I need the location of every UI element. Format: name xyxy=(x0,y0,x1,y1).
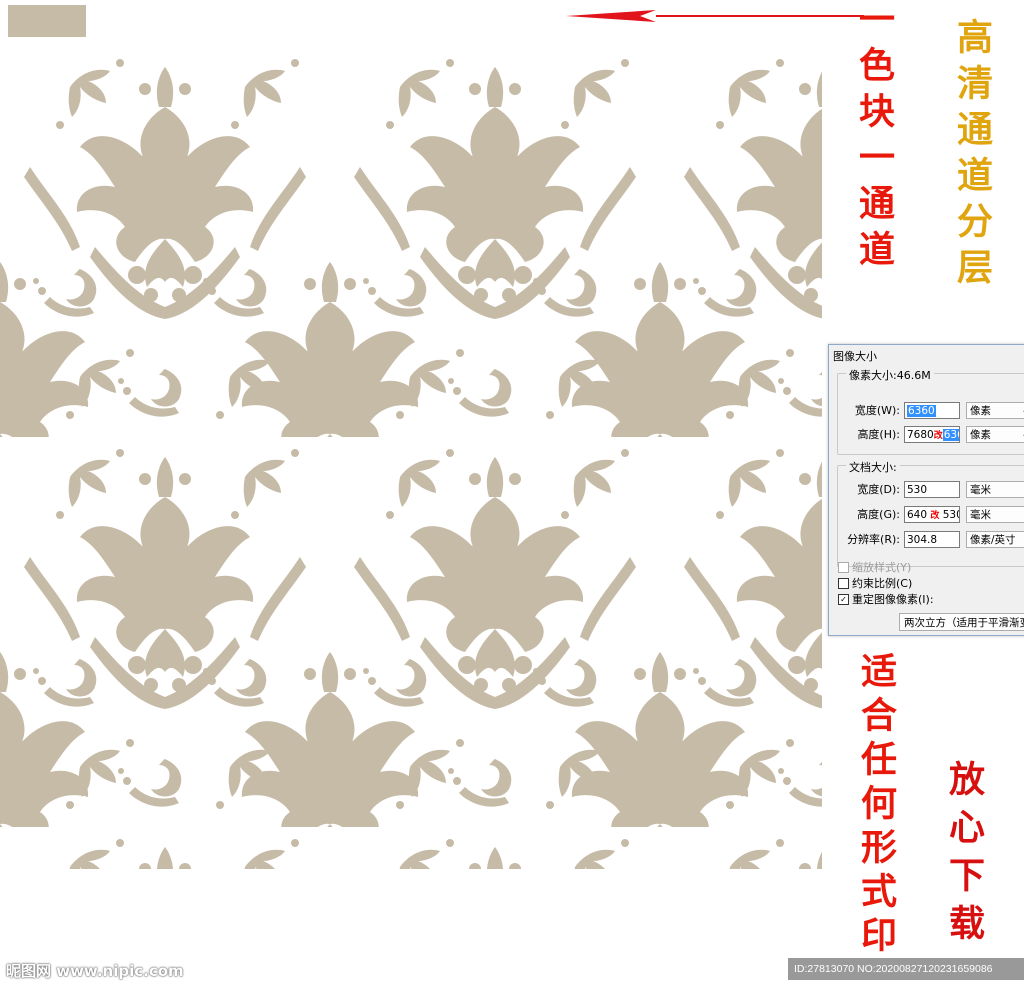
pixel-height-input[interactable]: 7680改6360 xyxy=(904,425,960,443)
image-id-bar: ID:27813070 NO:20200827120231659086 xyxy=(788,958,1024,980)
constrain-proportions-checkbox[interactable]: 约束比例(C) xyxy=(838,575,912,591)
resample-image-checkbox[interactable]: ✓ 重定图像像素(I): xyxy=(838,591,934,607)
red-arrow xyxy=(566,10,864,22)
annotation-suitable-any-print: 适合任何形式印 xyxy=(855,652,897,960)
color-swatch xyxy=(8,5,86,37)
pixel-dimensions-group: 像素大小:46.6M 宽度(W): 6360 像素⌄ 高度(H): 7680改6… xyxy=(837,367,1024,455)
change-to-mark: 改 xyxy=(930,510,940,521)
scale-styles-checkbox[interactable]: 缩放样式(Y) xyxy=(838,559,911,575)
document-size-label: 文档大小: xyxy=(846,459,900,475)
resolution-input[interactable]: 304.8 xyxy=(904,530,960,548)
doc-width-label: 宽度(D): xyxy=(857,483,900,496)
pixel-height-unit-select[interactable]: 像素⌄ xyxy=(966,425,1024,443)
pixel-width-unit-select[interactable]: 像素⌄ xyxy=(966,401,1024,419)
damask-pattern xyxy=(0,47,822,869)
doc-height-input[interactable]: 640 改 530 xyxy=(904,505,960,523)
check-icon: ✓ xyxy=(838,593,849,605)
doc-width-unit-select[interactable]: 毫米 xyxy=(966,480,1024,498)
image-size-dialog: 图像大小 像素大小:46.6M 宽度(W): 6360 像素⌄ 高度(H): 7… xyxy=(828,344,1024,636)
pixel-size-label: 像素大小:46.6M xyxy=(846,367,934,383)
doc-height-label: 高度(G): xyxy=(857,508,900,521)
annotation-hd-channel-layers: 高清通道分层 xyxy=(951,18,993,294)
resolution-label: 分辨率(R): xyxy=(847,533,900,546)
checkbox-box xyxy=(838,577,849,589)
pixel-width-input[interactable]: 6360 xyxy=(904,401,960,419)
change-to-mark: 改 xyxy=(933,430,943,441)
doc-width-input[interactable]: 530 xyxy=(904,480,960,498)
checkbox-box xyxy=(838,561,849,573)
document-size-group: 文档大小: 宽度(D): 530 毫米 高度(G): 640 改 530 毫米 … xyxy=(837,459,1024,567)
resolution-unit-select[interactable]: 像素/英寸 xyxy=(966,530,1024,548)
doc-height-unit-select[interactable]: 毫米 xyxy=(966,505,1024,523)
annotation-download-with-confidence: 放心下载 xyxy=(943,760,985,952)
annotation-one-color-one-channel: 一色块一通道 xyxy=(853,0,895,276)
pixel-width-label: 宽度(W): xyxy=(854,404,900,417)
nipic-logo: 昵图网 www.nipic.com xyxy=(6,962,184,980)
dialog-title: 图像大小 xyxy=(833,350,877,363)
pixel-height-label: 高度(H): xyxy=(857,428,900,441)
resample-method-select[interactable]: 两次立方（适用于平滑渐变 xyxy=(899,613,1024,631)
